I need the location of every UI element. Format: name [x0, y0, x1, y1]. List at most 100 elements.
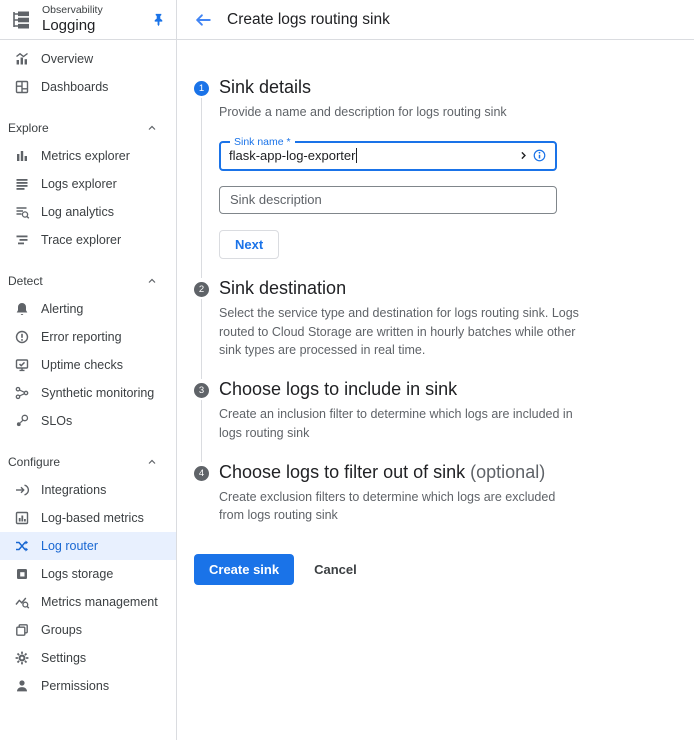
bar-chart-icon [14, 148, 30, 164]
error-circle-icon [14, 329, 30, 345]
cancel-button[interactable]: Cancel [312, 554, 359, 585]
back-button[interactable] [191, 8, 215, 32]
sidebar-item-label: SLOs [41, 414, 72, 428]
step-title: Choose logs to include in sink [219, 379, 457, 400]
integrations-arrow-icon [14, 482, 30, 498]
metrics-search-icon [14, 594, 30, 610]
sidebar-item-label: Dashboards [41, 80, 108, 94]
step-description: Provide a name and description for logs … [219, 103, 591, 122]
info-icon[interactable] [532, 148, 547, 163]
sidebar-item-label: Permissions [41, 679, 109, 693]
chevron-up-icon [146, 122, 158, 134]
storage-box-icon [14, 566, 30, 582]
product-subtitle: Observability [42, 5, 146, 17]
sidebar-item-overview[interactable]: Overview [0, 45, 176, 73]
chevron-up-icon [146, 456, 158, 468]
step-number-badge: 1 [194, 81, 209, 96]
logging-logo-icon [10, 9, 32, 31]
sidebar-item-label: Synthetic monitoring [41, 386, 154, 400]
sidebar-item-log-analytics[interactable]: Log analytics [0, 198, 176, 226]
sink-name-value: flask-app-log-exporter [229, 148, 355, 163]
bell-icon [14, 301, 30, 317]
step-title: Sink details [219, 77, 311, 98]
section-label: Detect [8, 274, 43, 288]
step-sink-details: 1 Sink details Provide a name and descri… [194, 77, 694, 278]
sidebar-item-label: Log router [41, 539, 98, 553]
sidebar-item-logs-storage[interactable]: Logs storage [0, 560, 176, 588]
page-header: Create logs routing sink [177, 0, 694, 40]
step-number-badge: 4 [194, 466, 209, 481]
product-name: Observability Logging [42, 5, 146, 34]
page-title: Create logs routing sink [227, 11, 390, 29]
sidebar-item-logs-explorer[interactable]: Logs explorer [0, 170, 176, 198]
gear-icon [14, 650, 30, 666]
section-label: Configure [8, 455, 60, 469]
main-panel: Create logs routing sink 1 Sink details … [177, 0, 694, 740]
sink-name-input[interactable]: Sink name * flask-app-log-exporter [219, 141, 557, 171]
sidebar-section-explore[interactable]: Explore [0, 114, 176, 142]
sidebar-item-label: Metrics explorer [41, 149, 130, 163]
sidebar-item-error-reporting[interactable]: Error reporting [0, 323, 176, 351]
sidebar-item-metrics-management[interactable]: Metrics management [0, 588, 176, 616]
sidebar-item-label: Alerting [41, 302, 83, 316]
sidebar-section-configure[interactable]: Configure [0, 448, 176, 476]
create-sink-button[interactable]: Create sink [194, 554, 294, 585]
sidebar-item-label: Logs storage [41, 567, 113, 581]
chevron-up-icon [146, 275, 158, 287]
sink-description-field [219, 186, 557, 214]
section-label: Explore [8, 121, 49, 135]
step-include-logs: 3 Choose logs to include in sink Create … [194, 379, 694, 462]
text-cursor [356, 148, 357, 163]
sidebar-item-label: Error reporting [41, 330, 122, 344]
sidebar-item-settings[interactable]: Settings [0, 644, 176, 672]
sidebar-item-integrations[interactable]: Integrations [0, 476, 176, 504]
sidebar-item-uptime-checks[interactable]: Uptime checks [0, 351, 176, 379]
sidebar-item-label: Metrics management [41, 595, 158, 609]
sidebar-item-alerting[interactable]: Alerting [0, 295, 176, 323]
sidebar-section-detect[interactable]: Detect [0, 267, 176, 295]
sidebar: Observability Logging Overview Dashboa [0, 0, 177, 740]
log-lines-icon [14, 176, 30, 192]
metrics-box-icon [14, 510, 30, 526]
network-nodes-icon [14, 385, 30, 401]
form-actions: Create sink Cancel [194, 554, 694, 585]
step-description: Create an inclusion filter to determine … [219, 405, 591, 443]
step-sink-destination: 2 Sink destination Select the service ty… [194, 278, 694, 379]
sidebar-nav: Overview Dashboards Explore Metrics expl… [0, 40, 176, 700]
sidebar-item-log-router[interactable]: Log router [0, 532, 176, 560]
step-description: Create exclusion filters to determine wh… [219, 488, 571, 526]
dashboards-icon [14, 79, 30, 95]
sidebar-item-label: Groups [41, 623, 82, 637]
sidebar-item-synthetic-monitoring[interactable]: Synthetic monitoring [0, 379, 176, 407]
sidebar-item-slos[interactable]: SLOs [0, 407, 176, 435]
sidebar-item-label: Log-based metrics [41, 511, 144, 525]
step-title: Sink destination [219, 278, 346, 299]
sidebar-item-permissions[interactable]: Permissions [0, 672, 176, 700]
sidebar-item-label: Trace explorer [41, 233, 121, 247]
sidebar-item-label: Overview [41, 52, 93, 66]
step-exclude-logs: 4 Choose logs to filter out of sink (opt… [194, 462, 694, 545]
step-title: Choose logs to filter out of sink (optio… [219, 462, 545, 483]
sidebar-item-label: Uptime checks [41, 358, 123, 372]
sidebar-item-metrics-explorer[interactable]: Metrics explorer [0, 142, 176, 170]
shuffle-icon [14, 538, 30, 554]
pin-button[interactable] [146, 8, 170, 32]
sidebar-item-label: Logs explorer [41, 177, 117, 191]
sidebar-item-groups[interactable]: Groups [0, 616, 176, 644]
back-arrow-icon [194, 11, 212, 29]
sidebar-item-dashboards[interactable]: Dashboards [0, 73, 176, 101]
step-number-badge: 2 [194, 282, 209, 297]
person-icon [14, 678, 30, 694]
sink-description-input[interactable] [222, 192, 554, 207]
chevron-right-icon[interactable] [517, 149, 530, 162]
sink-name-label: Sink name * [230, 136, 295, 148]
groups-squares-icon [14, 622, 30, 638]
sidebar-item-trace-explorer[interactable]: Trace explorer [0, 226, 176, 254]
next-button[interactable]: Next [219, 230, 279, 259]
log-search-icon [14, 204, 30, 220]
overview-chart-icon [14, 51, 30, 67]
sidebar-item-log-based-metrics[interactable]: Log-based metrics [0, 504, 176, 532]
slo-percent-icon [14, 413, 30, 429]
optional-label: (optional) [470, 462, 545, 482]
step-description: Select the service type and destination … [219, 304, 591, 360]
